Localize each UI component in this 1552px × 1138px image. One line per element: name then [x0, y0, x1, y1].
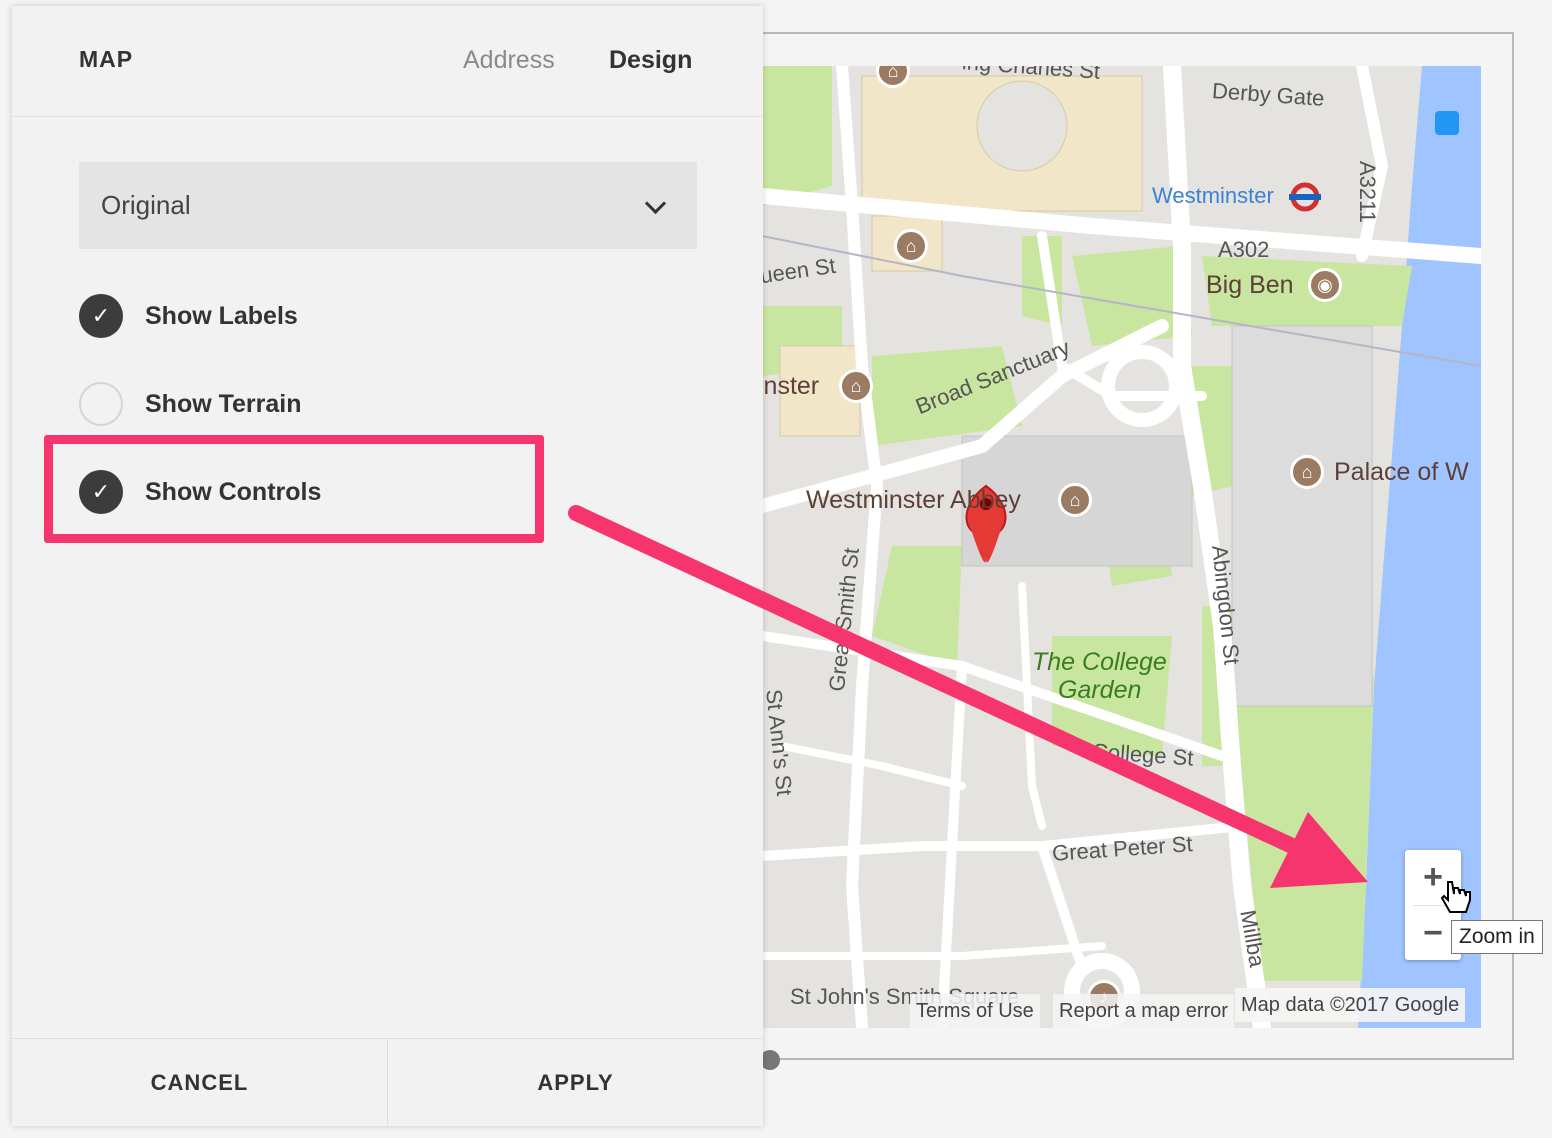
- unchecked-circle-icon[interactable]: [79, 382, 123, 426]
- panel-header: MAP Address Design: [12, 6, 763, 117]
- map-data-attribution: Map data ©2017 Google: [1235, 988, 1466, 1022]
- chevron-down-icon: [644, 192, 667, 215]
- map-label-westminster-station: Westminster: [1152, 183, 1274, 208]
- report-map-error-link[interactable]: Report a map error: [1053, 994, 1234, 1028]
- landmark-poi-icon[interactable]: ⌂: [1290, 455, 1324, 489]
- map-label-abbey: Westminster Abbey: [806, 486, 1021, 514]
- map-style-value: Original: [101, 190, 191, 220]
- tab-address[interactable]: Address: [463, 46, 555, 75]
- museum-poi-icon[interactable]: ⌂: [839, 369, 873, 403]
- map-label-a3211: A3211: [1355, 161, 1380, 223]
- checkmark-icon[interactable]: ✓: [79, 294, 123, 338]
- ferry-icon: [1435, 111, 1459, 135]
- map-style-select[interactable]: Original: [79, 162, 697, 249]
- map-label-a302: A302: [1218, 237, 1270, 262]
- church-poi-icon[interactable]: ⌂: [1058, 483, 1092, 517]
- resize-handle[interactable]: [760, 1050, 780, 1070]
- show-terrain-toggle[interactable]: Show Terrain: [79, 381, 302, 427]
- map-label-college-garden-line2: Garden: [1058, 676, 1142, 704]
- show-labels-toggle[interactable]: ✓ Show Labels: [79, 293, 298, 339]
- tab-design[interactable]: Design: [609, 46, 692, 75]
- terms-of-use-link[interactable]: Terms of Use: [910, 994, 1040, 1028]
- map-settings-panel: MAP Address Design Original ✓ Show Label…: [12, 6, 763, 1127]
- map-view[interactable]: ing Charles St Derby Gate Westminster A3…: [762, 66, 1481, 1028]
- map-label-minster: inster: [762, 372, 820, 400]
- map-label-college-garden-line1: The College: [1032, 648, 1167, 676]
- map-label-big-ben: Big Ben: [1206, 271, 1294, 299]
- show-labels-label: Show Labels: [145, 301, 298, 330]
- panel-title: MAP: [79, 46, 134, 72]
- panel-footer: CANCEL APPLY: [12, 1038, 763, 1127]
- map-label-palace: Palace of W: [1334, 458, 1469, 486]
- apply-button[interactable]: APPLY: [387, 1039, 763, 1127]
- hand-cursor-icon: [1440, 881, 1471, 913]
- cancel-button[interactable]: CANCEL: [12, 1039, 387, 1127]
- zoom-in-tooltip: Zoom in: [1451, 920, 1543, 954]
- highlight-box: [44, 435, 544, 543]
- show-terrain-label: Show Terrain: [145, 389, 302, 418]
- museum-poi-icon[interactable]: ⌂: [894, 229, 928, 263]
- camera-poi-icon[interactable]: ◉: [1308, 268, 1342, 302]
